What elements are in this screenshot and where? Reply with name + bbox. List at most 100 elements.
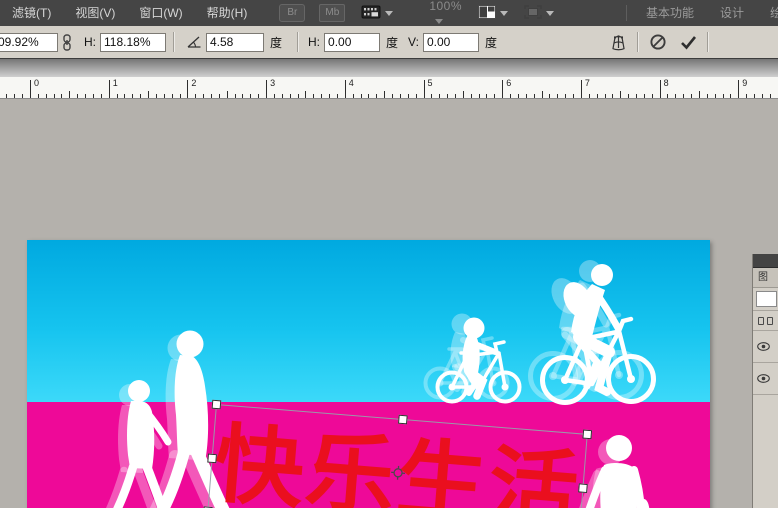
- ruler-tick: [53, 94, 55, 98]
- ruler-tick: [604, 94, 606, 98]
- layer-visibility-eye-icon[interactable]: [757, 342, 770, 351]
- ruler-tick: [132, 94, 134, 98]
- transform-handle-top-middle[interactable]: [397, 414, 408, 425]
- ruler-tick: [297, 94, 299, 98]
- workspace-switcher: 基本功能 设计 绘画: [620, 0, 778, 26]
- ruler-tick: [698, 91, 700, 98]
- chevron-down-icon: [500, 10, 509, 16]
- transform-handle-middle-left[interactable]: [207, 453, 217, 464]
- ruler-tick: [61, 94, 63, 98]
- scale-height-label: H:: [84, 35, 96, 49]
- launch-mini-bridge-button[interactable]: Mb: [319, 4, 346, 22]
- ruler-number: 6: [506, 78, 512, 88]
- menu-item-window[interactable]: 窗口(W): [127, 0, 194, 26]
- ruler-tick: [352, 94, 354, 98]
- ruler-number: 0: [34, 78, 40, 88]
- ruler-tick: [250, 94, 252, 98]
- ruler-tick: [714, 94, 716, 98]
- ruler-tick: [69, 91, 71, 98]
- ruler-tick: [667, 94, 669, 98]
- ruler-tick: [148, 91, 150, 98]
- ruler-tick: [77, 94, 79, 98]
- ruler-tick: [281, 94, 283, 98]
- workspace-design-button[interactable]: 设计: [707, 0, 757, 26]
- ruler-tick: [195, 94, 197, 98]
- layer-row[interactable]: [753, 363, 778, 395]
- ruler-tick: [478, 94, 480, 98]
- chevron-down-icon: [435, 19, 444, 24]
- checkmark-icon: [680, 36, 696, 50]
- layer-visibility-eye-icon[interactable]: [757, 374, 770, 383]
- link-dimensions-icon[interactable]: [62, 33, 72, 51]
- chevron-down-icon: [385, 10, 394, 16]
- ruler-number: 5: [427, 78, 433, 88]
- ruler-tick: [549, 94, 551, 98]
- photoshop-window: 滤镜(T) 视图(V) 窗口(W) 帮助(H) Br Mb 100% 基本功能 …: [0, 0, 778, 508]
- zoom-level-dropdown[interactable]: 100%: [429, 0, 462, 27]
- ruler-tick: [439, 94, 441, 98]
- layers-panel-tab[interactable]: 图: [753, 268, 778, 288]
- ruler-tick: [116, 94, 118, 98]
- ruler-tick: [706, 94, 708, 98]
- layers-panel-sliver: 图: [752, 254, 778, 508]
- view-extras-button[interactable]: [361, 4, 394, 23]
- ruler-tick: [108, 80, 110, 98]
- transform-handle-middle-right[interactable]: [578, 483, 588, 494]
- ruler-tick: [754, 94, 756, 98]
- scale-width-input[interactable]: [0, 32, 58, 52]
- ruler-tick: [738, 80, 740, 98]
- ruler-tick: [502, 80, 504, 98]
- lock-icon[interactable]: [767, 316, 773, 325]
- ruler-tick: [321, 94, 323, 98]
- ruler-tick: [30, 80, 31, 98]
- ruler-tick: [211, 94, 212, 98]
- canvas[interactable]: Bai jingya 快乐生活: [27, 240, 710, 508]
- ruler-tick: [722, 94, 724, 98]
- ruler-tick: [100, 94, 102, 98]
- transform-bounding-box[interactable]: 快乐生活: [203, 399, 593, 508]
- ruler-tick: [329, 94, 331, 98]
- lock-icon[interactable]: [758, 316, 764, 325]
- ruler-tick: [525, 94, 527, 98]
- ruler-number: 8: [663, 78, 669, 88]
- horizontal-ruler[interactable]: 0 1 2 3 4 5 6 7 8 9: [0, 77, 778, 99]
- transform-handle-top-right[interactable]: [582, 429, 593, 440]
- ruler-tick: [163, 94, 165, 98]
- cancel-transform-button[interactable]: [646, 30, 670, 54]
- arrange-documents-button[interactable]: [478, 4, 509, 22]
- menu-item-filter[interactable]: 滤镜(T): [0, 0, 63, 26]
- menu-item-view[interactable]: 视图(V): [63, 0, 127, 26]
- launch-bridge-button[interactable]: Br: [279, 4, 306, 22]
- v-skew-input[interactable]: [422, 32, 479, 52]
- ruler-tick: [691, 94, 693, 98]
- switch-warp-mode-button[interactable]: [606, 30, 630, 54]
- cancel-icon: [650, 34, 666, 50]
- layer-row[interactable]: [753, 331, 778, 363]
- menu-item-help[interactable]: 帮助(H): [195, 0, 260, 26]
- ruler-tick: [580, 80, 582, 98]
- screen-mode-icon: [524, 4, 542, 22]
- ruler-tick: [399, 94, 401, 98]
- ruler-number: 4: [348, 78, 354, 88]
- commit-transform-button[interactable]: [676, 30, 700, 54]
- ruler-tick: [218, 94, 220, 98]
- ruler-tick: [730, 94, 732, 98]
- scale-height-input[interactable]: [100, 32, 166, 52]
- ruler-tick: [573, 94, 575, 98]
- transform-handle-top-left[interactable]: [211, 399, 222, 410]
- panel-header: [753, 254, 778, 268]
- rotate-angle-input[interactable]: [206, 32, 264, 52]
- transform-reference-point[interactable]: [390, 465, 405, 480]
- h-skew-input[interactable]: [324, 32, 381, 52]
- ruler-tick: [140, 94, 142, 98]
- ruler-tick: [14, 94, 16, 98]
- blend-mode-field[interactable]: [753, 288, 778, 311]
- workspace-essentials-button[interactable]: 基本功能: [633, 0, 707, 26]
- ruler-tick: [368, 94, 370, 98]
- ruler-tick: [761, 94, 763, 98]
- rotate-unit-label: 度: [270, 35, 283, 50]
- ruler-tick: [769, 94, 771, 98]
- screen-mode-button[interactable]: [524, 4, 555, 22]
- ruler-tick: [557, 94, 559, 98]
- workspace-painting-button[interactable]: 绘画: [757, 0, 778, 26]
